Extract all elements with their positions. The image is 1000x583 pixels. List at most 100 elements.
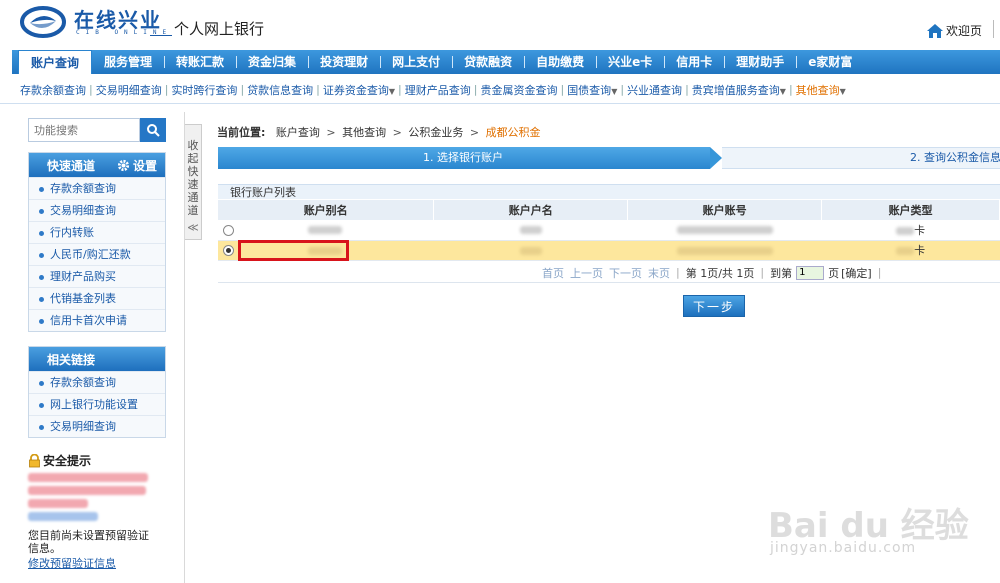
breadcrumb-account-query[interactable]: 账户查询 [276, 126, 320, 139]
row-account-cell [627, 220, 822, 241]
nav-account-query[interactable]: 账户查询 [18, 50, 93, 74]
nav-transfer[interactable]: 转账汇款 [164, 50, 236, 74]
subnav-loan-info[interactable]: 贷款信息查询 [245, 82, 315, 98]
nav-credit-card[interactable]: 信用卡 [664, 50, 724, 74]
collapse-quick-access-button[interactable]: 收起快速通道 ≪ [185, 124, 202, 240]
quick-access-settings[interactable]: 设置 [117, 157, 157, 174]
chevron-right-icon: > [469, 126, 480, 139]
pager-last[interactable]: 末页 [648, 265, 670, 281]
nav-e-family-wealth[interactable]: e家财富 [796, 50, 864, 74]
watermark-url: jingyan.baidu.com [770, 540, 917, 556]
column-holder: 账户户名 [433, 200, 629, 220]
logo-divider [150, 35, 172, 36]
bullet-icon [39, 380, 44, 386]
cib-logo-icon [20, 6, 66, 38]
step-select-account: 1. 选择银行账户 [218, 147, 710, 169]
function-search-input[interactable] [28, 118, 140, 142]
row-type-cell: 卡 [821, 240, 1000, 261]
row-holder-cell [433, 240, 628, 261]
pager-goto-label: 到第 [770, 266, 793, 280]
pager-first[interactable]: 首页 [542, 265, 564, 281]
pager-info: 第 1页/共 1页 [685, 266, 755, 280]
pager-next[interactable]: 下一页 [609, 265, 642, 281]
row-account-cell [627, 240, 822, 261]
bank-title: 个人网上银行 [174, 20, 265, 38]
quick-access-panel: 快速通道 设置 存款余额查询 交易明细查询 行内转账 人民币/购汇还款 理财产品… [28, 152, 166, 332]
subnav-xingyetong[interactable]: 兴业通查询 [625, 82, 684, 98]
sub-nav: 存款余额查询 | 交易明细查询 | 实时跨行查询 | 贷款信息查询 | 证券资金查询▼ |… [0, 76, 1000, 104]
bullet-icon [39, 252, 44, 258]
subnav-wealth-product[interactable]: 理财产品查询 [403, 82, 473, 98]
table-row[interactable]: 卡 [218, 220, 1000, 241]
pager-confirm-button[interactable]: [确定] [841, 265, 872, 281]
link-deposit-balance[interactable]: 存款余额查询 [29, 371, 165, 393]
quick-item-wealth-purchase[interactable]: 理财产品购买 [29, 265, 165, 287]
quick-item-credit-card-apply[interactable]: 信用卡首次申请 [29, 309, 165, 331]
nav-online-payment[interactable]: 网上支付 [380, 50, 452, 74]
quick-item-fund-list[interactable]: 代销基金列表 [29, 287, 165, 309]
nav-e-card[interactable]: 兴业e卡 [596, 50, 664, 74]
table-header-row: 账户别名 账户户名 账户账号 账户类型 [218, 200, 1000, 220]
dropdown-icon: ▼ [839, 86, 846, 96]
subnav-realtime-interbank[interactable]: 实时跨行查询 [169, 82, 239, 98]
subnav-deposit-balance[interactable]: 存款余额查询 [18, 82, 88, 98]
quick-item-intra-bank-transfer[interactable]: 行内转账 [29, 221, 165, 243]
function-search [28, 118, 166, 142]
step-arrow [710, 147, 722, 169]
quick-item-deposit-balance[interactable]: 存款余额查询 [29, 177, 165, 199]
dropdown-icon: ▼ [388, 86, 396, 96]
breadcrumb-provident-fund[interactable]: 公积金业务 [408, 126, 463, 139]
blurred-text [28, 473, 148, 482]
home-icon [926, 23, 943, 38]
subnav-other-query[interactable]: 其他查询▼ [794, 82, 848, 98]
related-links-header: 相关链接 [29, 347, 165, 371]
nav-fund-collection[interactable]: 资金归集 [236, 50, 308, 74]
account-radio[interactable] [223, 224, 234, 236]
nav-self-payment[interactable]: 自助缴费 [524, 50, 596, 74]
column-type: 账户类型 [821, 200, 1000, 220]
subnav-transaction-detail[interactable]: 交易明细查询 [94, 82, 164, 98]
breadcrumb-other-query[interactable]: 其他查询 [342, 126, 386, 139]
link-ebank-settings[interactable]: 网上银行功能设置 [29, 393, 165, 415]
modify-verification-link[interactable]: 修改预留验证信息 [28, 555, 166, 571]
chevron-right-icon: > [392, 126, 402, 139]
bullet-icon [39, 186, 44, 192]
safety-title: 安全提示 [28, 452, 166, 469]
nav-finance-assistant[interactable]: 理财助手 [724, 50, 796, 74]
account-radio-selected[interactable] [223, 245, 234, 256]
nav-loan[interactable]: 贷款融资 [452, 50, 524, 74]
step-query-fund: 2. 查询公积金信息 [722, 147, 1000, 169]
header: 在线兴业 CIB ONLINE 个人网上银行 欢迎页 [0, 0, 1000, 46]
main-nav: 账户查询 服务管理 转账汇款 资金归集 投资理财 网上支付 贷款融资 自助缴费 … [12, 50, 1000, 74]
breadcrumb-current: 成都公积金 [485, 126, 541, 139]
bullet-icon [39, 274, 44, 280]
quick-item-transaction-detail[interactable]: 交易明细查询 [29, 199, 165, 221]
subnav-treasury-bond[interactable]: 国债查询▼ [565, 82, 619, 98]
welcome-link[interactable]: 欢迎页 [926, 22, 982, 39]
subnav-vip-service[interactable]: 贵宾增值服务查询▼ [690, 82, 788, 98]
nav-investment[interactable]: 投资理财 [308, 50, 380, 74]
quick-access-title: 快速通道 [47, 158, 96, 173]
column-account-no: 账户账号 [627, 200, 823, 220]
sidebar: 快速通道 设置 存款余额查询 交易明细查询 行内转账 人民币/购汇还款 理财产品… [28, 118, 166, 571]
row-holder-cell [433, 220, 628, 241]
subnav-securities-fund[interactable]: 证券资金查询▼ [321, 82, 397, 98]
page-number-input[interactable] [796, 265, 825, 280]
double-chevron-left-icon: ≪ [187, 221, 199, 234]
masked-value [676, 246, 773, 255]
quick-item-rmb-repay[interactable]: 人民币/购汇还款 [29, 243, 165, 265]
welcome-label: 欢迎页 [945, 24, 982, 38]
link-transaction-detail[interactable]: 交易明细查询 [29, 415, 165, 437]
search-button[interactable] [140, 118, 166, 142]
nav-service-management[interactable]: 服务管理 [92, 50, 164, 74]
blurred-text [28, 486, 146, 495]
dropdown-icon: ▼ [611, 86, 618, 96]
pager-prev[interactable]: 上一页 [570, 265, 603, 281]
breadcrumb: 当前位置: 账户查询 > 其他查询 > 公积金业务 > 成都公积金 [217, 124, 541, 140]
header-divider [993, 20, 994, 38]
bullet-icon [39, 230, 44, 236]
chevron-right-icon: > [326, 126, 336, 139]
breadcrumb-label: 当前位置: [217, 126, 266, 139]
subnav-precious-metal[interactable]: 贵金属资金查询 [478, 82, 559, 98]
next-step-button[interactable]: 下一步 [683, 295, 745, 317]
